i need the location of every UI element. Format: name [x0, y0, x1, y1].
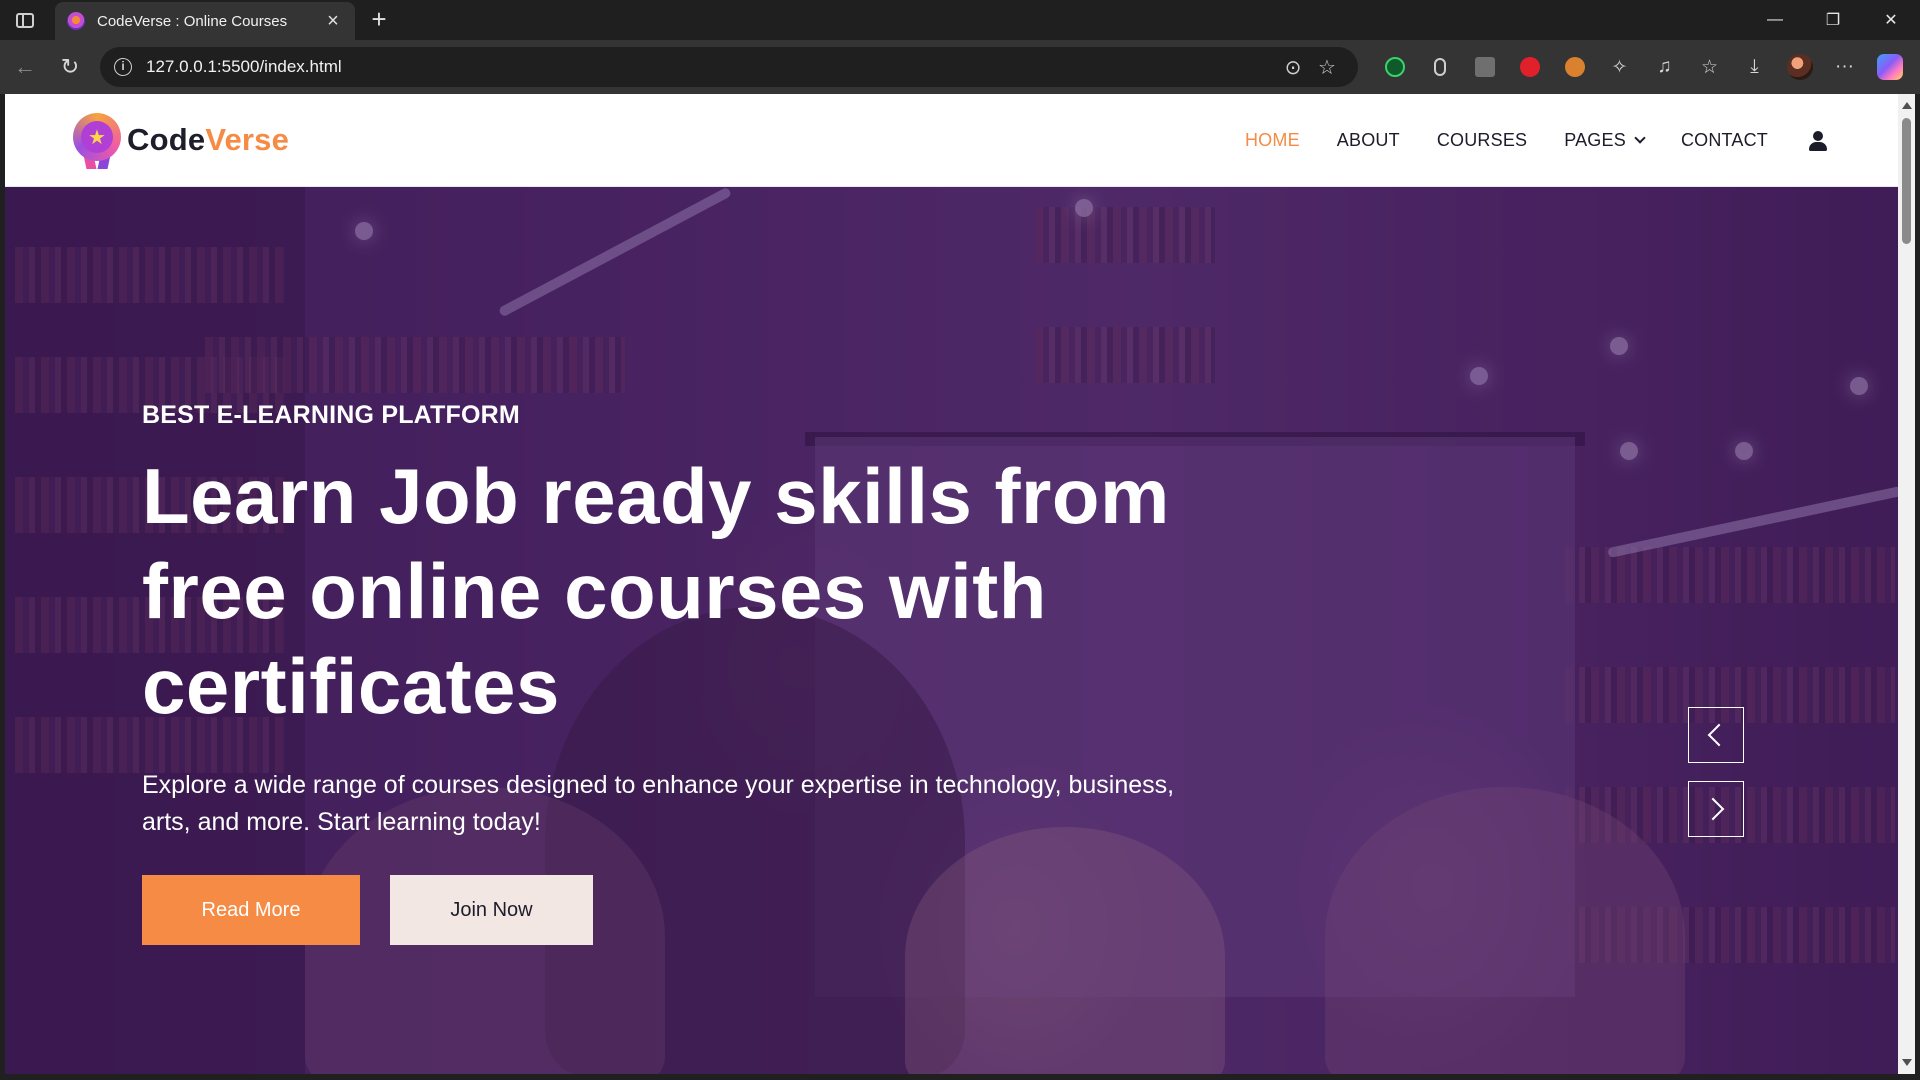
brand-name-verse: Verse [205, 122, 290, 157]
hero-eyebrow: BEST E-LEARNING PLATFORM [142, 401, 520, 429]
carousel-prev-button[interactable] [1688, 707, 1744, 763]
extension-red-icon[interactable] [1507, 52, 1552, 82]
url-text[interactable]: 127.0.0.1:5500/index.html [146, 57, 1276, 77]
browser-tab-bar: CodeVerse : Online Courses × + — ❐ ✕ [0, 0, 1920, 40]
site-info-icon[interactable]: i [114, 58, 132, 76]
site-navbar: ★ CodeVerse HOME ABOUT COURSES PAGES CON… [5, 94, 1898, 187]
reload-icon[interactable]: ↻ [55, 52, 85, 82]
profile-avatar[interactable] [1777, 52, 1822, 82]
window-controls: — ❐ ✕ [1746, 0, 1920, 40]
chevron-right-icon [1701, 797, 1725, 821]
page-viewport: ★ CodeVerse HOME ABOUT COURSES PAGES CON… [5, 94, 1898, 1074]
extensions-row: ✧ ♫ ☆ ⤓ ··· [1372, 52, 1912, 82]
extension-cookie-icon[interactable] [1552, 52, 1597, 82]
hero-title: Learn Job ready skills from free online … [142, 452, 1170, 730]
brand-name-code: Code [127, 122, 206, 157]
hero-section: BEST E-LEARNING PLATFORM Learn Job ready… [5, 187, 1898, 1074]
favorite-star-icon[interactable]: ☆ [1310, 55, 1344, 80]
nav-courses[interactable]: COURSES [1437, 130, 1527, 151]
tab-close-icon[interactable]: × [323, 11, 343, 31]
chevron-down-icon [1634, 132, 1646, 144]
back-icon[interactable]: ← [10, 52, 40, 82]
extension-mouse-icon[interactable] [1417, 52, 1462, 82]
nav-pages-label: PAGES [1564, 130, 1626, 150]
brand-badge-icon: ★ [71, 111, 123, 169]
close-window-icon[interactable]: ✕ [1862, 0, 1920, 40]
join-now-button[interactable]: Join Now [390, 875, 593, 945]
scroll-up-icon[interactable] [1902, 102, 1912, 109]
page-scrollbar[interactable] [1898, 94, 1915, 1074]
carousel-next-button[interactable] [1688, 781, 1744, 837]
nav-pages-dropdown[interactable]: PAGES [1564, 130, 1646, 151]
nav-about[interactable]: ABOUT [1337, 130, 1400, 151]
read-more-button[interactable]: Read More [142, 875, 360, 945]
address-toolbar: ← ↻ i 127.0.0.1:5500/index.html ⊙ ☆ ✧ ♫ … [0, 40, 1920, 94]
minimize-icon[interactable]: — [1746, 0, 1804, 40]
sidebar-toggle-icon[interactable] [10, 8, 40, 32]
nav-contact[interactable]: CONTACT [1681, 130, 1768, 151]
new-tab-icon[interactable]: + [365, 6, 393, 34]
copilot-icon[interactable] [1867, 52, 1912, 82]
user-account-icon[interactable] [1808, 130, 1828, 151]
scroll-down-icon[interactable] [1902, 1059, 1912, 1066]
tab-favicon-icon [67, 12, 85, 30]
scroll-thumb[interactable] [1902, 118, 1911, 244]
main-menu: HOME ABOUT COURSES PAGES CONTACT [1208, 94, 1828, 187]
extensions-puzzle-icon[interactable]: ✧ [1597, 52, 1642, 82]
reader-mode-icon[interactable]: ⊙ [1276, 55, 1310, 80]
favorites-icon[interactable]: ☆ [1687, 52, 1732, 82]
tab-title: CodeVerse : Online Courses [97, 12, 288, 30]
browser-tab[interactable]: CodeVerse : Online Courses × [55, 2, 355, 40]
url-bar[interactable]: i 127.0.0.1:5500/index.html ⊙ ☆ [100, 47, 1358, 87]
extension-gray-icon[interactable] [1462, 52, 1507, 82]
hero-description: Explore a wide range of courses designed… [142, 771, 1175, 836]
chevron-left-icon [1707, 723, 1731, 747]
more-icon[interactable]: ··· [1822, 52, 1867, 82]
restore-icon[interactable]: ❐ [1804, 0, 1862, 40]
nav-home[interactable]: HOME [1245, 130, 1300, 151]
brand-name: CodeVerse [127, 122, 289, 158]
brand-logo-link[interactable]: ★ CodeVerse [71, 111, 289, 169]
extension-green-icon[interactable] [1372, 52, 1417, 82]
downloads-icon[interactable]: ⤓ [1732, 52, 1777, 82]
media-icon[interactable]: ♫ [1642, 52, 1687, 82]
